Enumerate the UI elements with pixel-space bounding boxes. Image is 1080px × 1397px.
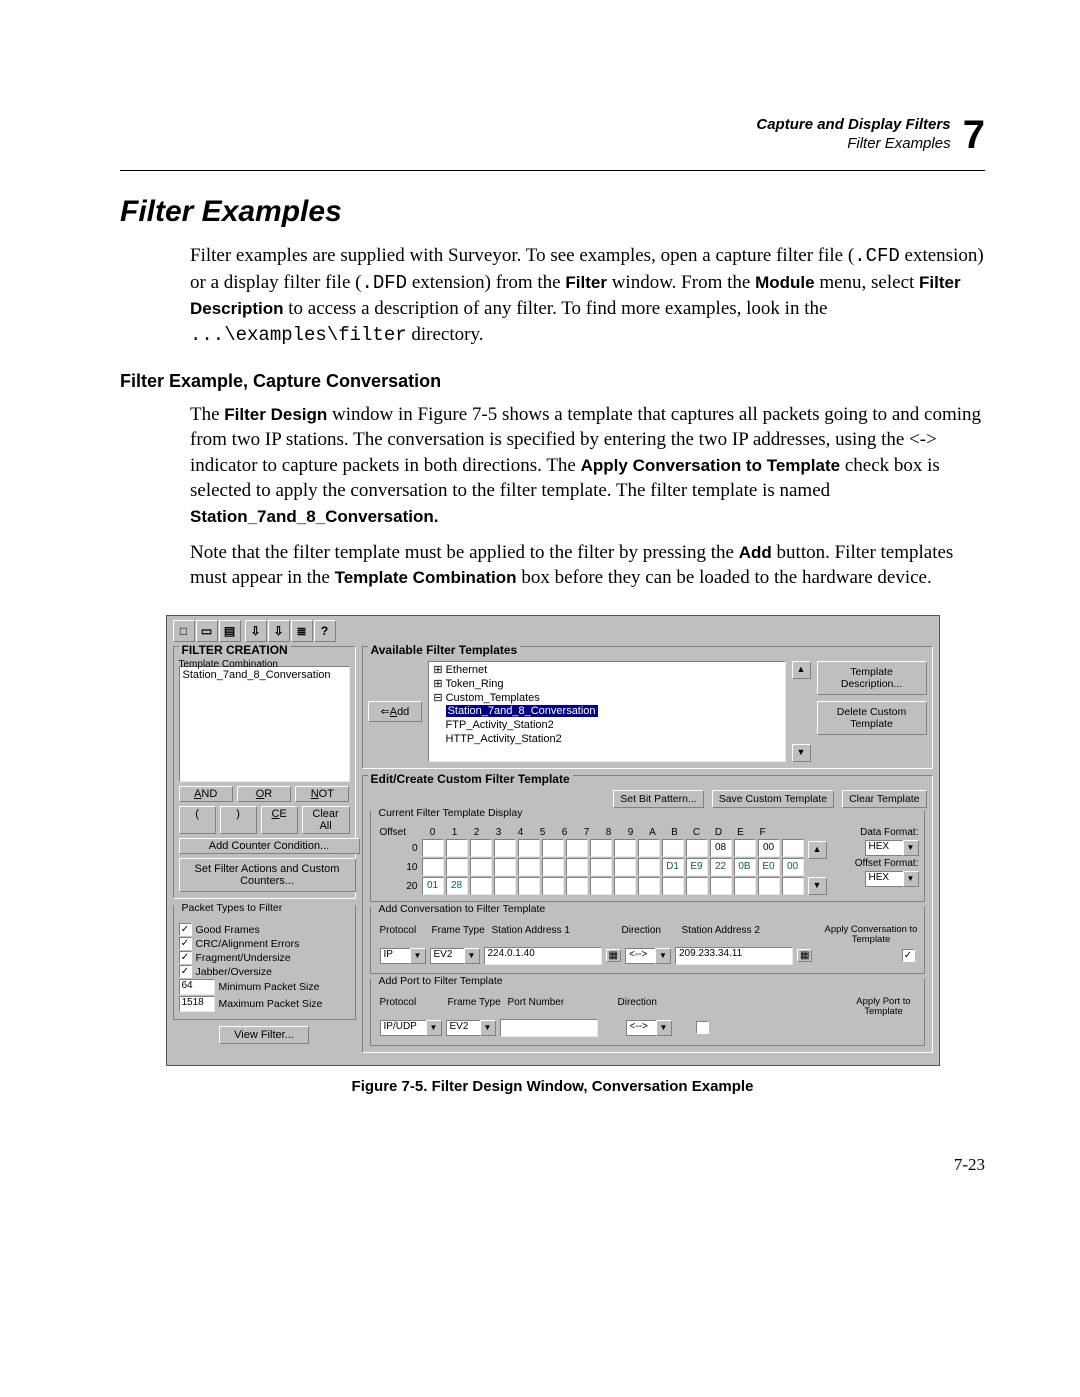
hex-row-2: 20 0128 [380, 877, 806, 895]
conv-direction-select[interactable]: <-->▼ [625, 948, 671, 964]
running-head: Capture and Display Filters Filter Examp… [120, 110, 985, 160]
conv-frametype-select[interactable]: EV2▼ [430, 948, 480, 964]
add-port-group: Add Port to Filter Template Protocol Fra… [370, 978, 925, 1046]
section-title-runhead: Filter Examples [847, 135, 950, 152]
section-heading: Filter Examples [120, 195, 985, 229]
chk-fragment[interactable]: ✓Fragment/Undersize [179, 951, 350, 964]
chk-crc[interactable]: ✓CRC/Alignment Errors [179, 937, 350, 950]
delete-template-button[interactable]: Delete Custom Template [817, 701, 927, 735]
para-2: The Filter Design window in Figure 7-5 s… [190, 402, 985, 530]
packet-types-group: Packet Types to Filter ✓Good Frames ✓CRC… [173, 905, 356, 1020]
hex-row-0: 0 0800 [380, 839, 806, 857]
filter-design-window: □ ▭ ▤ ⇩ ⇩ ≣ ? FILTER CREATION Template C… [166, 615, 940, 1066]
add-port-label: Add Port to Filter Template [376, 975, 506, 987]
port-direction-select[interactable]: <-->▼ [626, 1020, 672, 1036]
template-tree[interactable]: ⊞ Ethernet ⊞ Token_Ring ⊟ Custom_Templat… [428, 661, 785, 762]
max-packet-row: 1518 Maximum Packet Size [179, 996, 350, 1012]
chevron-down-icon: ▼ [903, 871, 919, 887]
view-filter-button[interactable]: View Filter... [219, 1026, 309, 1044]
chk-good-frames[interactable]: ✓Good Frames [179, 923, 350, 936]
set-actions-button[interactable]: Set Filter Actions and Custom Counters..… [179, 858, 356, 892]
clear-template-button[interactable]: Clear Template [842, 790, 926, 808]
port-protocol-select[interactable]: IP/UDP▼ [380, 1020, 442, 1036]
figure-caption: Figure 7-5. Filter Design Window, Conver… [120, 1078, 985, 1095]
conv-sa1-input[interactable]: 224.0.1.40 [484, 947, 602, 965]
current-display-label: Current Filter Template Display [376, 807, 526, 819]
tb-help-icon[interactable]: ? [314, 620, 336, 642]
port-frametype-select[interactable]: EV2▼ [446, 1020, 496, 1036]
header-rule [120, 170, 985, 171]
template-description-button[interactable]: Template Description... [817, 661, 927, 695]
port-number-input[interactable] [500, 1019, 598, 1037]
ce-button[interactable]: CE [261, 806, 298, 834]
chapter-title: Capture and Display Filters [756, 116, 950, 133]
data-format-label: Data Format: [860, 827, 918, 838]
hex-scroll-down-icon[interactable]: ▼ [808, 877, 827, 895]
add-counter-button[interactable]: Add Counter Condition... [179, 838, 360, 854]
add-template-button[interactable]: ⇐Add [368, 701, 423, 722]
max-packet-input[interactable]: 1518 [179, 996, 215, 1012]
tb-down1-icon[interactable]: ⇩ [245, 620, 267, 642]
available-templates-group: Available Filter Templates ⇐Add ⊞ Ethern… [362, 646, 933, 769]
and-button[interactable]: AND [179, 786, 233, 802]
or-button[interactable]: OR [237, 786, 291, 802]
tb-new-icon[interactable]: □ [173, 620, 195, 642]
add-conversation-group: Add Conversation to Filter Template Prot… [370, 906, 925, 974]
filter-creation-group: FILTER CREATION Template Combination Sta… [173, 646, 356, 899]
subheading: Filter Example, Capture Conversation [120, 371, 985, 392]
lparen-button[interactable]: ( [179, 806, 216, 834]
hex-header: Offset 0123456789ABCDEF [380, 827, 806, 838]
intro-paragraph: Filter examples are supplied with Survey… [190, 243, 985, 349]
chevron-down-icon: ▼ [903, 840, 919, 856]
offset-format-select[interactable]: HEX▼ [865, 871, 919, 887]
conv-protocol-select[interactable]: IP▼ [380, 948, 426, 964]
scroll-up-icon[interactable]: ▲ [792, 661, 811, 679]
toolbar: □ ▭ ▤ ⇩ ⇩ ≣ ? [173, 620, 933, 642]
clear-all-button[interactable]: Clear All [302, 806, 350, 834]
available-templates-label: Available Filter Templates [368, 643, 521, 657]
tb-list-icon[interactable]: ≣ [291, 620, 313, 642]
set-bit-pattern-button[interactable]: Set Bit Pattern... [613, 790, 703, 808]
packet-types-label: Packet Types to Filter [179, 902, 286, 914]
chk-jabber[interactable]: ✓Jabber/Oversize [179, 965, 350, 978]
rparen-button[interactable]: ) [220, 806, 257, 834]
add-conversation-label: Add Conversation to Filter Template [376, 903, 549, 915]
page-number: 7-23 [120, 1155, 985, 1175]
conv-sa2-color-button[interactable]: ▦ [797, 949, 812, 962]
tb-save-icon[interactable]: ▤ [219, 620, 241, 642]
conv-sa1-color-button[interactable]: ▦ [606, 949, 621, 962]
template-combination-box[interactable]: Station_7and_8_Conversation [179, 666, 350, 782]
conv-sa2-input[interactable]: 209.233.34.11 [675, 947, 793, 965]
edit-template-group: Edit/Create Custom Filter Template Set B… [362, 775, 933, 1053]
apply-conv-label: Apply Conversation to Template [824, 925, 919, 946]
offset-format-label: Offset Format: [855, 858, 919, 869]
para-3: Note that the filter template must be ap… [190, 540, 985, 591]
min-packet-row: 64 Minimum Packet Size [179, 979, 350, 995]
filter-creation-label: FILTER CREATION [179, 643, 291, 657]
tb-open-icon[interactable]: ▭ [196, 620, 218, 642]
edit-template-label: Edit/Create Custom Filter Template [368, 772, 573, 786]
hex-scroll-up-icon[interactable]: ▲ [808, 841, 827, 859]
not-button[interactable]: NOT [295, 786, 349, 802]
apply-port-label: Apply Port to Template [849, 997, 919, 1018]
chapter-number: 7 [963, 110, 985, 160]
apply-conv-checkbox[interactable]: ✓ [902, 949, 915, 962]
tree-selected[interactable]: Station_7and_8_Conversation [446, 705, 598, 717]
current-display-group: Current Filter Template Display Offset 0… [370, 810, 925, 902]
save-custom-template-button[interactable]: Save Custom Template [712, 790, 834, 808]
data-format-select[interactable]: HEX▼ [865, 840, 919, 856]
left-arrow-icon: ⇐ [381, 706, 390, 718]
apply-port-checkbox[interactable] [696, 1021, 709, 1034]
scroll-down-icon[interactable]: ▼ [792, 744, 811, 762]
hex-row-1: 10 D1E9220BE000 [380, 858, 806, 876]
min-packet-input[interactable]: 64 [179, 979, 215, 995]
tb-down2-icon[interactable]: ⇩ [268, 620, 290, 642]
